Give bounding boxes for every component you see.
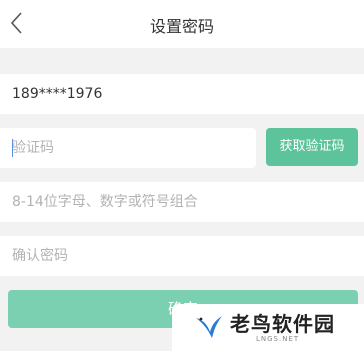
verification-code-input[interactable] bbox=[0, 128, 256, 168]
watermark: 老鸟软件园 LNGS.NET bbox=[172, 304, 364, 351]
watermark-subtitle: LNGS.NET bbox=[256, 335, 300, 343]
text-cursor bbox=[12, 139, 13, 157]
watermark-title: 老鸟软件园 bbox=[230, 312, 335, 336]
password-input[interactable] bbox=[0, 182, 364, 222]
get-code-button[interactable]: 获取验证码 bbox=[266, 128, 358, 166]
nav-bar: 设置密码 bbox=[0, 0, 364, 48]
bird-logo-icon bbox=[196, 316, 222, 338]
confirm-password-input[interactable] bbox=[0, 236, 364, 276]
phone-field[interactable] bbox=[0, 74, 364, 114]
phone-input[interactable] bbox=[0, 74, 364, 114]
verification-code-field[interactable] bbox=[0, 128, 256, 168]
confirm-password-field[interactable] bbox=[0, 236, 364, 276]
page-title: 设置密码 bbox=[149, 17, 214, 36]
password-field[interactable] bbox=[0, 182, 364, 222]
